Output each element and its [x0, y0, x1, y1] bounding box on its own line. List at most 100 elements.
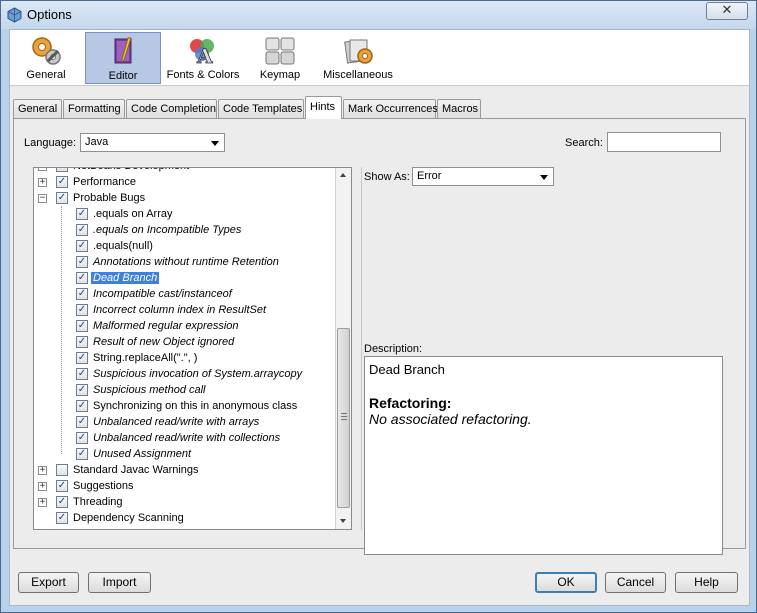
expand-icon[interactable]: + — [38, 178, 47, 187]
tab-macros[interactable]: Macros — [437, 99, 481, 118]
hint-checkbox[interactable]: ✓ — [76, 208, 88, 220]
hint-checkbox[interactable]: ✓ — [76, 240, 88, 252]
tree-row-label: Unused Assignment — [93, 448, 192, 460]
hint-checkbox[interactable]: ✓ — [76, 320, 88, 332]
hint-checkbox[interactable] — [56, 168, 68, 172]
category-label: Miscellaneous — [323, 69, 393, 81]
hint-checkbox[interactable]: ✓ — [76, 256, 88, 268]
tree-hint-row[interactable]: ✓ .equals on Array — [34, 206, 334, 222]
tree-hint-row[interactable]: ✓ Suspicious invocation of System.arrayco… — [34, 366, 334, 382]
hint-checkbox[interactable]: ✓ — [56, 512, 68, 524]
hint-checkbox[interactable]: ✓ — [76, 352, 88, 364]
help-button[interactable]: Help — [675, 572, 738, 593]
hint-checkbox[interactable]: ✓ — [76, 288, 88, 300]
hint-checkbox[interactable]: ✓ — [76, 432, 88, 444]
tree-hint-row[interactable]: ✓ Annotations without runtime Retention — [34, 254, 334, 270]
expand-icon[interactable]: + — [38, 482, 47, 491]
close-icon: ✕ — [721, 3, 733, 18]
import-button[interactable]: Import — [88, 572, 151, 593]
tree-hint-row[interactable]: ✓ Unbalanced read/write with collections — [34, 430, 334, 446]
hint-checkbox[interactable]: ✓ — [76, 384, 88, 396]
hint-checkbox[interactable]: ✓ — [76, 272, 88, 284]
title-bar: Options ✕ — [1, 1, 756, 29]
tree-hint-row[interactable]: ✓ Dead Branch — [34, 270, 334, 286]
hint-checkbox[interactable]: ✓ — [56, 192, 68, 204]
category-fonts-colors[interactable]: A Fonts & Colors — [165, 32, 241, 84]
tree-hint-row[interactable]: ✓ .equals(null) — [34, 238, 334, 254]
expand-icon[interactable]: + — [38, 168, 47, 171]
hint-checkbox[interactable]: ✓ — [76, 368, 88, 380]
category-editor[interactable]: Editor — [85, 32, 161, 84]
tree-category-row[interactable]: + Standard Javac Warnings — [34, 462, 334, 478]
expand-icon[interactable]: + — [38, 466, 47, 475]
keymap-icon — [265, 37, 295, 65]
hints-panel: Language: Java Search: + NetBeans Develop… — [13, 118, 746, 555]
show-as-select[interactable]: Error — [412, 167, 554, 186]
tree-category-row[interactable]: + NetBeans Development — [34, 168, 334, 174]
category-general[interactable]: General — [18, 32, 74, 84]
tree-category-row[interactable]: − ✓ Probable Bugs — [34, 190, 334, 206]
hint-checkbox[interactable]: ✓ — [76, 336, 88, 348]
tab-formatting[interactable]: Formatting — [63, 99, 125, 118]
search-input[interactable] — [607, 132, 721, 152]
hint-checkbox[interactable]: ✓ — [76, 448, 88, 460]
category-label: General — [26, 69, 66, 81]
expand-icon[interactable]: + — [38, 498, 47, 507]
options-window: Options ✕ General Editor A Fonts & Color… — [0, 0, 757, 613]
hint-checkbox[interactable]: ✓ — [76, 416, 88, 428]
language-select[interactable]: Java — [80, 133, 225, 152]
tree-hint-row[interactable]: ✓ Suspicious method call — [34, 382, 334, 398]
tree-category-row[interactable]: + ✓ Performance — [34, 174, 334, 190]
hint-checkbox[interactable] — [56, 464, 68, 476]
tab-hints[interactable]: Hints — [305, 96, 342, 119]
tree-row-label: Dependency Scanning — [73, 512, 184, 524]
grip-line — [341, 416, 347, 417]
tab-strip: General Formatting Code Completion Code … — [13, 96, 749, 119]
tree-row-label: Unbalanced read/write with collections — [93, 432, 281, 444]
tree-row-label: Performance — [73, 176, 136, 188]
tree-row-label: Malformed regular expression — [93, 320, 239, 332]
scroll-up-icon[interactable] — [340, 173, 346, 177]
tree-scrollbar[interactable] — [335, 168, 351, 529]
ok-button[interactable]: OK — [535, 572, 597, 593]
tree-hint-row[interactable]: ✓ Incompatible cast/instanceof — [34, 286, 334, 302]
hint-checkbox[interactable]: ✓ — [56, 496, 68, 508]
export-button[interactable]: Export — [18, 572, 79, 593]
tree-hint-row[interactable]: ✓ String.replaceAll(".", ) — [34, 350, 334, 366]
hint-checkbox[interactable]: ✓ — [76, 224, 88, 236]
tree-hint-row[interactable]: ✓ Unused Assignment — [34, 446, 334, 462]
tree-hint-row[interactable]: ✓ Result of new Object ignored — [34, 334, 334, 350]
tree-row-label: String.replaceAll(".", ) — [93, 352, 198, 364]
scroll-down-icon[interactable] — [340, 519, 346, 523]
tree-hint-row[interactable]: ✓ Incorrect column index in ResultSet — [34, 302, 334, 318]
tree-category-row[interactable]: ✓ Dependency Scanning — [34, 510, 334, 526]
hint-checkbox[interactable]: ✓ — [76, 400, 88, 412]
collapse-icon[interactable]: − — [38, 194, 47, 203]
tab-mark-occurrences[interactable]: Mark Occurrences — [343, 99, 438, 118]
tree-hint-row[interactable]: ✓ Malformed regular expression — [34, 318, 334, 334]
cancel-button[interactable]: Cancel — [605, 572, 666, 593]
hint-checkbox[interactable]: ✓ — [56, 176, 68, 188]
fonts-colors-icon: A — [190, 39, 214, 67]
category-miscellaneous[interactable]: Miscellaneous — [318, 32, 398, 84]
tree-hint-row[interactable]: ✓ Synchronizing on this in anonymous clas… — [34, 398, 334, 414]
split-divider[interactable] — [361, 167, 362, 530]
tab-general[interactable]: General — [13, 99, 62, 118]
tree-hint-row[interactable]: ✓ Unbalanced read/write with arrays — [34, 414, 334, 430]
hint-checkbox[interactable]: ✓ — [56, 480, 68, 492]
category-keymap[interactable]: Keymap — [252, 32, 308, 84]
close-button[interactable]: ✕ — [706, 2, 748, 20]
tree-category-row[interactable]: + ✓ Threading — [34, 494, 334, 510]
language-value: Java — [85, 136, 109, 148]
refactoring-text: No associated refactoring. — [369, 411, 532, 427]
scroll-thumb[interactable] — [337, 328, 350, 508]
tab-code-completion[interactable]: Code Completion — [126, 99, 217, 118]
tree-category-row[interactable]: + ✓ Suggestions — [34, 478, 334, 494]
language-label: Language: — [24, 137, 76, 149]
grip-line — [341, 413, 347, 414]
tab-code-templates[interactable]: Code Templates — [218, 99, 304, 118]
category-label: Fonts & Colors — [166, 69, 240, 81]
hints-tree: +NetBeans Development+✓Performance−✓Prob… — [33, 167, 352, 530]
hint-checkbox[interactable]: ✓ — [76, 304, 88, 316]
tree-hint-row[interactable]: ✓ .equals on Incompatible Types — [34, 222, 334, 238]
